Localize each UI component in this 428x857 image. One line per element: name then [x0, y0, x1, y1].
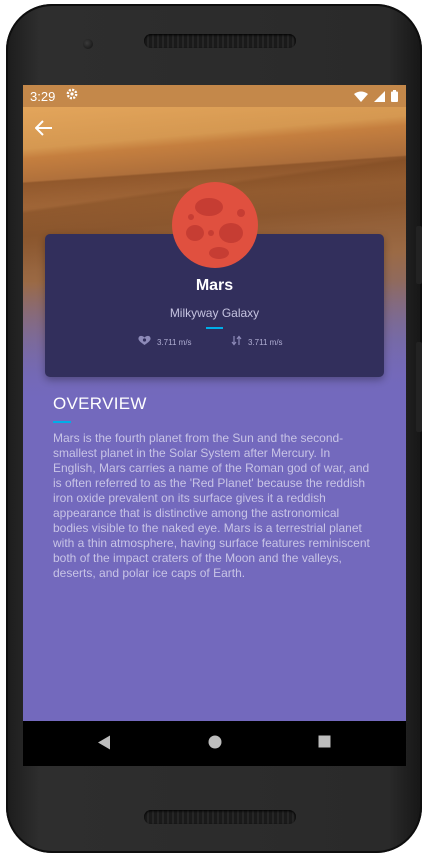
back-button[interactable]: [34, 119, 57, 141]
nav-home-button[interactable]: [208, 735, 222, 753]
nav-recents-icon: [318, 735, 331, 748]
card-divider: [206, 327, 223, 329]
power-button: [416, 342, 422, 432]
bottom-speaker: [144, 810, 296, 824]
status-icons: [354, 90, 398, 102]
nav-recents-button[interactable]: [318, 735, 331, 752]
status-time: 3:29: [30, 89, 56, 104]
gear-icon: [66, 88, 78, 103]
battery-icon: [391, 90, 398, 102]
stat-velocity: 3.711 m/s: [231, 335, 283, 349]
volume-button: [416, 226, 422, 284]
nav-back-icon: [98, 735, 110, 750]
overview-title: OVERVIEW: [53, 394, 147, 413]
navigation-bar: [23, 721, 406, 766]
mars-planet-image: [171, 181, 259, 269]
stat-velocity-value: 3.711 m/s: [248, 337, 283, 347]
status-bar: 3:29: [23, 85, 406, 107]
top-speaker: [144, 34, 296, 48]
planet-galaxy: Milkyway Galaxy: [169, 306, 260, 320]
signal-icon: [374, 90, 385, 102]
wifi-icon: [354, 91, 368, 102]
arrow-back-icon: [34, 120, 52, 136]
arrow-down-icon: [231, 335, 242, 349]
stat-gravity-value: 3.711 m/s: [157, 337, 192, 347]
overview-text: Mars is the fourth planet from the Sun a…: [53, 431, 370, 580]
overview-divider: [53, 421, 71, 423]
gravity-icon: [138, 335, 151, 349]
nav-home-icon: [208, 735, 222, 749]
front-camera: [83, 39, 93, 49]
nav-back-button[interactable]: [97, 735, 111, 754]
stat-gravity: 3.711 m/s: [138, 335, 192, 349]
app-screen: 3:29 Mars Milkyway Galaxy 3.711 m/s 3.71…: [23, 85, 406, 766]
planet-name: Mars: [195, 277, 234, 294]
